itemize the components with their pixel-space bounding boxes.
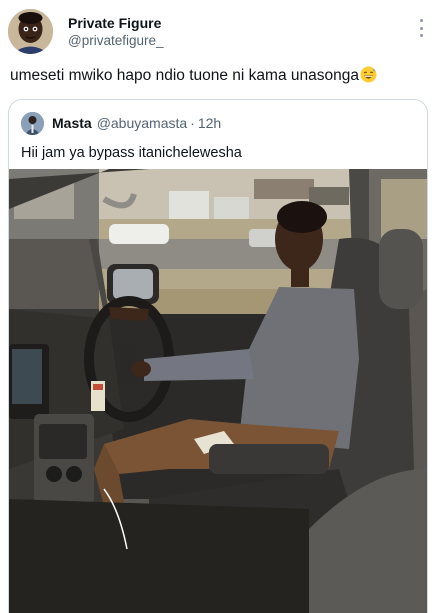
quoted-tweet-header: Masta @abuyamasta · 12h <box>21 111 221 135</box>
quoted-author-avatar[interactable] <box>21 111 44 135</box>
quoted-tweet-card[interactable]: Masta @abuyamasta · 12h Hii jam ya bypas… <box>8 99 428 613</box>
author-handle[interactable]: @privatefigure_ <box>68 32 164 49</box>
meta-separator: · <box>190 115 195 131</box>
tweet-text: umeseti mwiko hapo ndio tuone ni kama un… <box>10 66 428 86</box>
author-display-name[interactable]: Private Figure <box>68 15 164 32</box>
quoted-author-handle[interactable]: @abuyamasta <box>97 115 187 131</box>
tweet-header: Private Figure @privatefigure_ <box>0 0 438 62</box>
tweet-text-content: umeseti mwiko hapo ndio tuone ni kama un… <box>10 67 359 84</box>
author-names: Private Figure @privatefigure_ <box>68 15 164 49</box>
quoted-author-display-name[interactable]: Masta <box>52 115 92 131</box>
more-vertical-icon[interactable] <box>418 19 424 37</box>
grinning-sweat-emoji <box>360 66 377 83</box>
quoted-tweet-text: Hii jam ya bypass itanichelewesha <box>21 145 242 161</box>
quoted-timestamp[interactable]: 12h <box>198 115 221 131</box>
quoted-tweet-photo[interactable] <box>9 169 427 613</box>
author-avatar[interactable] <box>8 9 53 54</box>
